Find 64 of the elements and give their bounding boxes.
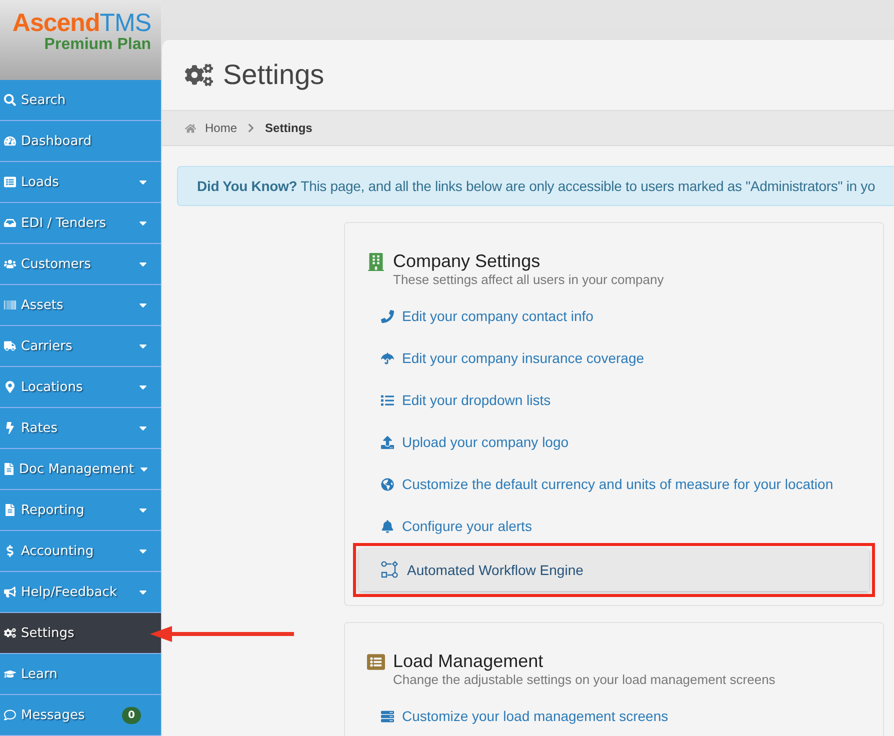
sidebar-item[interactable]: Dashboard (0, 121, 161, 162)
sidebar-item[interactable]: Carriers (0, 326, 161, 367)
phone-icon (381, 310, 394, 322)
list-icon (4, 176, 16, 188)
gauge-icon (4, 135, 16, 147)
info-message: Did You Know? This page, and all the links below are only accessible to users marked as "Administrators" in yo (177, 166, 894, 206)
sidebar-item[interactable]: Rates (0, 408, 161, 449)
menu-link[interactable]: Configure your alerts (359, 505, 869, 547)
home-icon (185, 122, 196, 134)
list-icon (381, 394, 394, 406)
section-title: Load Management (393, 651, 544, 672)
menu-link[interactable]: Customize your load management screens (359, 695, 869, 736)
graduation-cap-icon (4, 668, 16, 680)
sidebar-item[interactable]: Help/Feedback (0, 572, 161, 613)
upload-icon (381, 436, 394, 448)
sidebar-item[interactable]: Doc Management (0, 449, 161, 490)
menu-link[interactable]: Edit your dropdown lists (359, 379, 869, 421)
megaphone-icon (4, 586, 16, 598)
gears-icon (185, 61, 213, 89)
users-icon (4, 258, 16, 270)
bell-icon (381, 520, 394, 532)
menu-link[interactable]: Edit your company contact info (359, 295, 869, 337)
stack-icon (381, 710, 394, 722)
sidebar-item[interactable]: Customers (0, 244, 161, 285)
menu-link[interactable]: Automated Workflow Engine (359, 549, 869, 591)
breadcrumb-link[interactable]: Home (205, 121, 238, 135)
list-card-icon (367, 653, 385, 671)
gears-icon (4, 627, 16, 639)
document-icon (4, 463, 14, 475)
breadcrumb-link[interactable]: Settings (265, 121, 312, 135)
building-icon (367, 253, 385, 271)
truck-icon (4, 340, 16, 352)
sidebar-item[interactable]: Accounting (0, 531, 161, 572)
bolt-icon (4, 422, 16, 434)
document-icon (4, 504, 16, 516)
sidebar-item[interactable]: Learn (0, 654, 161, 695)
plan-label: Premium Plan (44, 36, 151, 54)
sidebar-item[interactable]: Assets (0, 285, 161, 326)
menu-link[interactable]: Upload your company logo (359, 421, 869, 463)
menu-link[interactable]: Edit your company insurance coverage (359, 337, 869, 379)
umbrella-icon (381, 352, 394, 364)
barcode-icon (4, 299, 16, 311)
map-pin-icon (4, 381, 16, 393)
section-subtitle: These settings affect all users in your company (393, 272, 664, 287)
logo-wordmark: AscendTMS (12, 10, 151, 36)
sidebar-item[interactable]: Messages 0 (0, 695, 161, 736)
dollar-icon (4, 545, 16, 557)
sidebar-item[interactable]: Settings (0, 613, 161, 654)
sidebar-item[interactable]: EDI / Tenders (0, 203, 161, 244)
sidebar-item[interactable]: Reporting (0, 490, 161, 531)
section-subtitle: Change the adjustable settings on your load management screens (393, 672, 776, 687)
sidebar-item[interactable]: Loads (0, 162, 161, 203)
page-title: Settings (223, 59, 324, 91)
sidebar-item[interactable]: Search (0, 80, 161, 121)
chevron-icon (246, 123, 256, 133)
workflow-icon (381, 561, 399, 579)
globe-icon (381, 478, 394, 490)
inbox-icon (4, 217, 16, 229)
section-title: Company Settings (393, 251, 542, 272)
count-badge: 0 (122, 706, 141, 724)
menu-link[interactable]: Customize the default currency and units of measure for your location (359, 463, 869, 505)
search-icon (4, 94, 16, 106)
speech-bubble-icon (4, 709, 16, 721)
sidebar-item[interactable]: Locations (0, 367, 161, 408)
